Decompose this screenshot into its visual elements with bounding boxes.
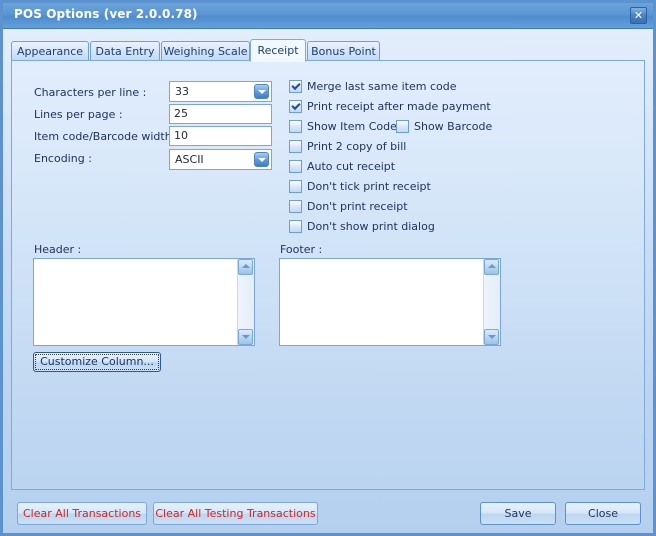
checkbox-box[interactable] [289, 180, 302, 193]
pos-options-window: POS Options (ver 2.0.0.78) ✕ Appearance … [0, 0, 656, 536]
tab-receipt[interactable]: Receipt [250, 39, 306, 62]
checkbox-box[interactable] [289, 80, 302, 93]
checkbox-label: Auto cut receipt [307, 160, 396, 173]
footer-textarea[interactable] [279, 258, 501, 346]
checkbox-box[interactable] [289, 100, 302, 113]
label-encoding: Encoding : [34, 152, 92, 165]
checkbox-label: Don't print receipt [307, 200, 408, 213]
checkbox-label: Don't tick print receipt [307, 180, 431, 193]
tab-strip: Appearance Data Entry Weighing Scale Rec… [11, 39, 645, 62]
checkbox-label: Print 2 copy of bill [307, 140, 407, 153]
label-characters-per-line: Characters per line : [34, 86, 147, 99]
scroll-down-icon[interactable] [238, 329, 253, 345]
footer-scrollbar[interactable] [483, 259, 500, 345]
tab-data-entry[interactable]: Data Entry [90, 41, 160, 61]
close-button[interactable]: Close [565, 502, 641, 525]
lines-per-page-input[interactable]: 25 [169, 104, 272, 124]
checkbox-label: Merge last same item code [307, 80, 457, 93]
chevron-down-icon[interactable] [254, 152, 269, 167]
checkbox-box[interactable] [289, 220, 302, 233]
footer-label: Footer : [280, 243, 323, 256]
checkbox-box[interactable] [289, 140, 302, 153]
tab-appearance[interactable]: Appearance [11, 41, 89, 61]
label-item-code-width: Item code/Barcode width [34, 130, 172, 143]
window-title: POS Options (ver 2.0.0.78) [14, 7, 198, 21]
checkbox-box[interactable] [289, 160, 302, 173]
checkbox-box[interactable] [289, 200, 302, 213]
receipt-tab-panel: Characters per line : Lines per page : I… [11, 60, 645, 490]
title-bar: POS Options (ver 2.0.0.78) ✕ [3, 3, 653, 29]
chevron-down-icon[interactable] [254, 84, 269, 99]
clear-all-transactions-button[interactable]: Clear All Transactions [17, 502, 147, 525]
checkbox-box[interactable] [396, 120, 409, 133]
checkbox-label: Print receipt after made payment [307, 100, 491, 113]
clear-all-testing-transactions-button[interactable]: Clear All Testing Transactions [153, 502, 318, 525]
header-label: Header : [34, 243, 82, 256]
scroll-down-icon[interactable] [484, 329, 499, 345]
checkbox-label: Show Item Code [307, 120, 397, 133]
characters-per-line-value: 33 [175, 85, 189, 98]
checkbox-label: Show Barcode [414, 120, 493, 133]
encoding-value: ASCII [175, 153, 204, 166]
scroll-up-icon[interactable] [238, 259, 253, 275]
label-lines-per-page: Lines per page : [34, 108, 123, 121]
scroll-up-icon[interactable] [484, 259, 499, 275]
header-textarea[interactable] [33, 258, 255, 346]
checkbox-box[interactable] [289, 120, 302, 133]
tab-bonus-point[interactable]: Bonus Point [307, 41, 380, 61]
customize-column-button[interactable]: Customize Column... [33, 352, 161, 372]
save-button[interactable]: Save [480, 502, 556, 525]
tab-weighing-scale[interactable]: Weighing Scale [161, 41, 250, 61]
close-icon[interactable]: ✕ [630, 7, 647, 24]
header-scrollbar[interactable] [237, 259, 254, 345]
close-glyph: ✕ [633, 9, 644, 22]
characters-per-line-combobox[interactable]: 33 [169, 81, 272, 102]
item-code-barcode-width-input[interactable]: 10 [169, 126, 272, 146]
encoding-combobox[interactable]: ASCII [169, 149, 272, 170]
checkbox-label: Don't show print dialog [307, 220, 435, 233]
